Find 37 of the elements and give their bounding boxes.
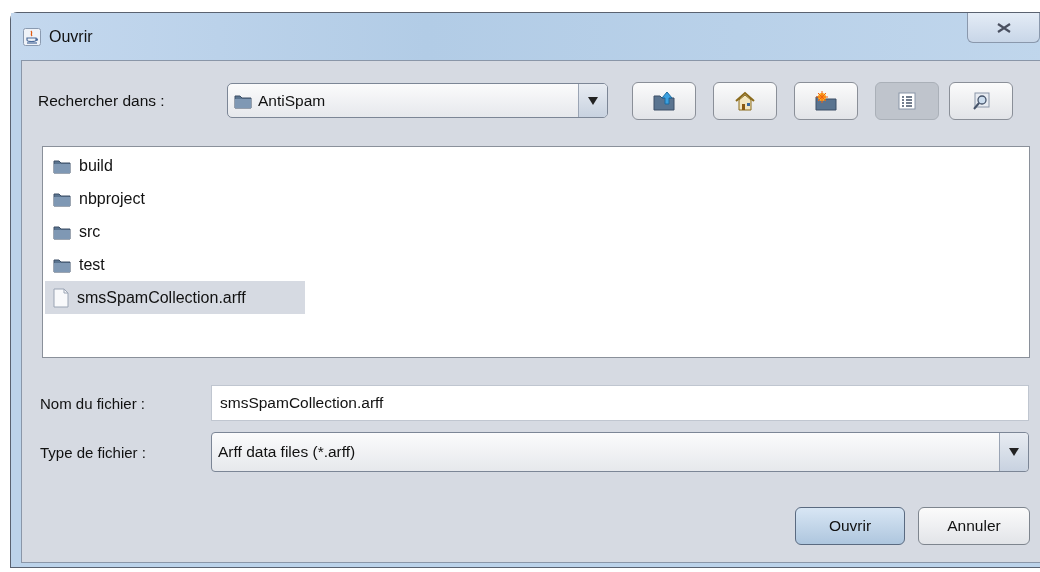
look-in-value: AntiSpam (258, 91, 327, 110)
open-button[interactable]: Ouvrir (795, 507, 905, 545)
details-view-button[interactable] (949, 81, 1013, 120)
folder-icon (53, 256, 71, 273)
file-name-label: Nom du fichier : (39, 394, 147, 412)
caret-icon (1009, 448, 1019, 456)
file-list-item[interactable]: smsSpamCollection.arff (45, 281, 305, 314)
file-name-field[interactable]: smsSpamCollection.arff (211, 385, 1029, 421)
cancel-button[interactable]: Annuler (918, 507, 1030, 545)
file-list-item[interactable]: build (45, 149, 119, 182)
caret-icon (588, 96, 598, 105)
house-icon (734, 90, 756, 111)
close-button[interactable] (967, 13, 1040, 43)
folder-icon (53, 157, 71, 174)
look-in-dropdown[interactable]: AntiSpam (227, 83, 608, 118)
file-list-item[interactable]: src (45, 215, 107, 248)
look-in-label: Rechercher dans : (38, 91, 166, 110)
file-type-label: Type de fichier : (39, 443, 147, 461)
file-list-item[interactable]: test (45, 248, 111, 281)
list-icon (898, 91, 916, 110)
up-button[interactable] (632, 81, 696, 120)
new-folder-icon (815, 90, 837, 111)
file-type-value: Arff data files (*.arff) (218, 443, 357, 461)
file-type-dropdown[interactable]: Arff data files (*.arff) (211, 432, 1029, 472)
folder-icon (53, 223, 71, 240)
close-icon (996, 22, 1011, 33)
cup-icon (23, 27, 41, 46)
file-list-item[interactable]: nbproject (45, 182, 151, 215)
folder-icon (53, 190, 71, 207)
magnifier-icon (972, 91, 990, 110)
home-button[interactable] (713, 81, 777, 120)
document-icon (53, 287, 69, 308)
folder-icon (234, 92, 252, 109)
new-folder-button[interactable] (794, 81, 858, 120)
list-view-button[interactable] (875, 81, 939, 120)
folder-up-arrow-icon (653, 90, 675, 111)
window-title: Ouvrir (49, 27, 93, 46)
